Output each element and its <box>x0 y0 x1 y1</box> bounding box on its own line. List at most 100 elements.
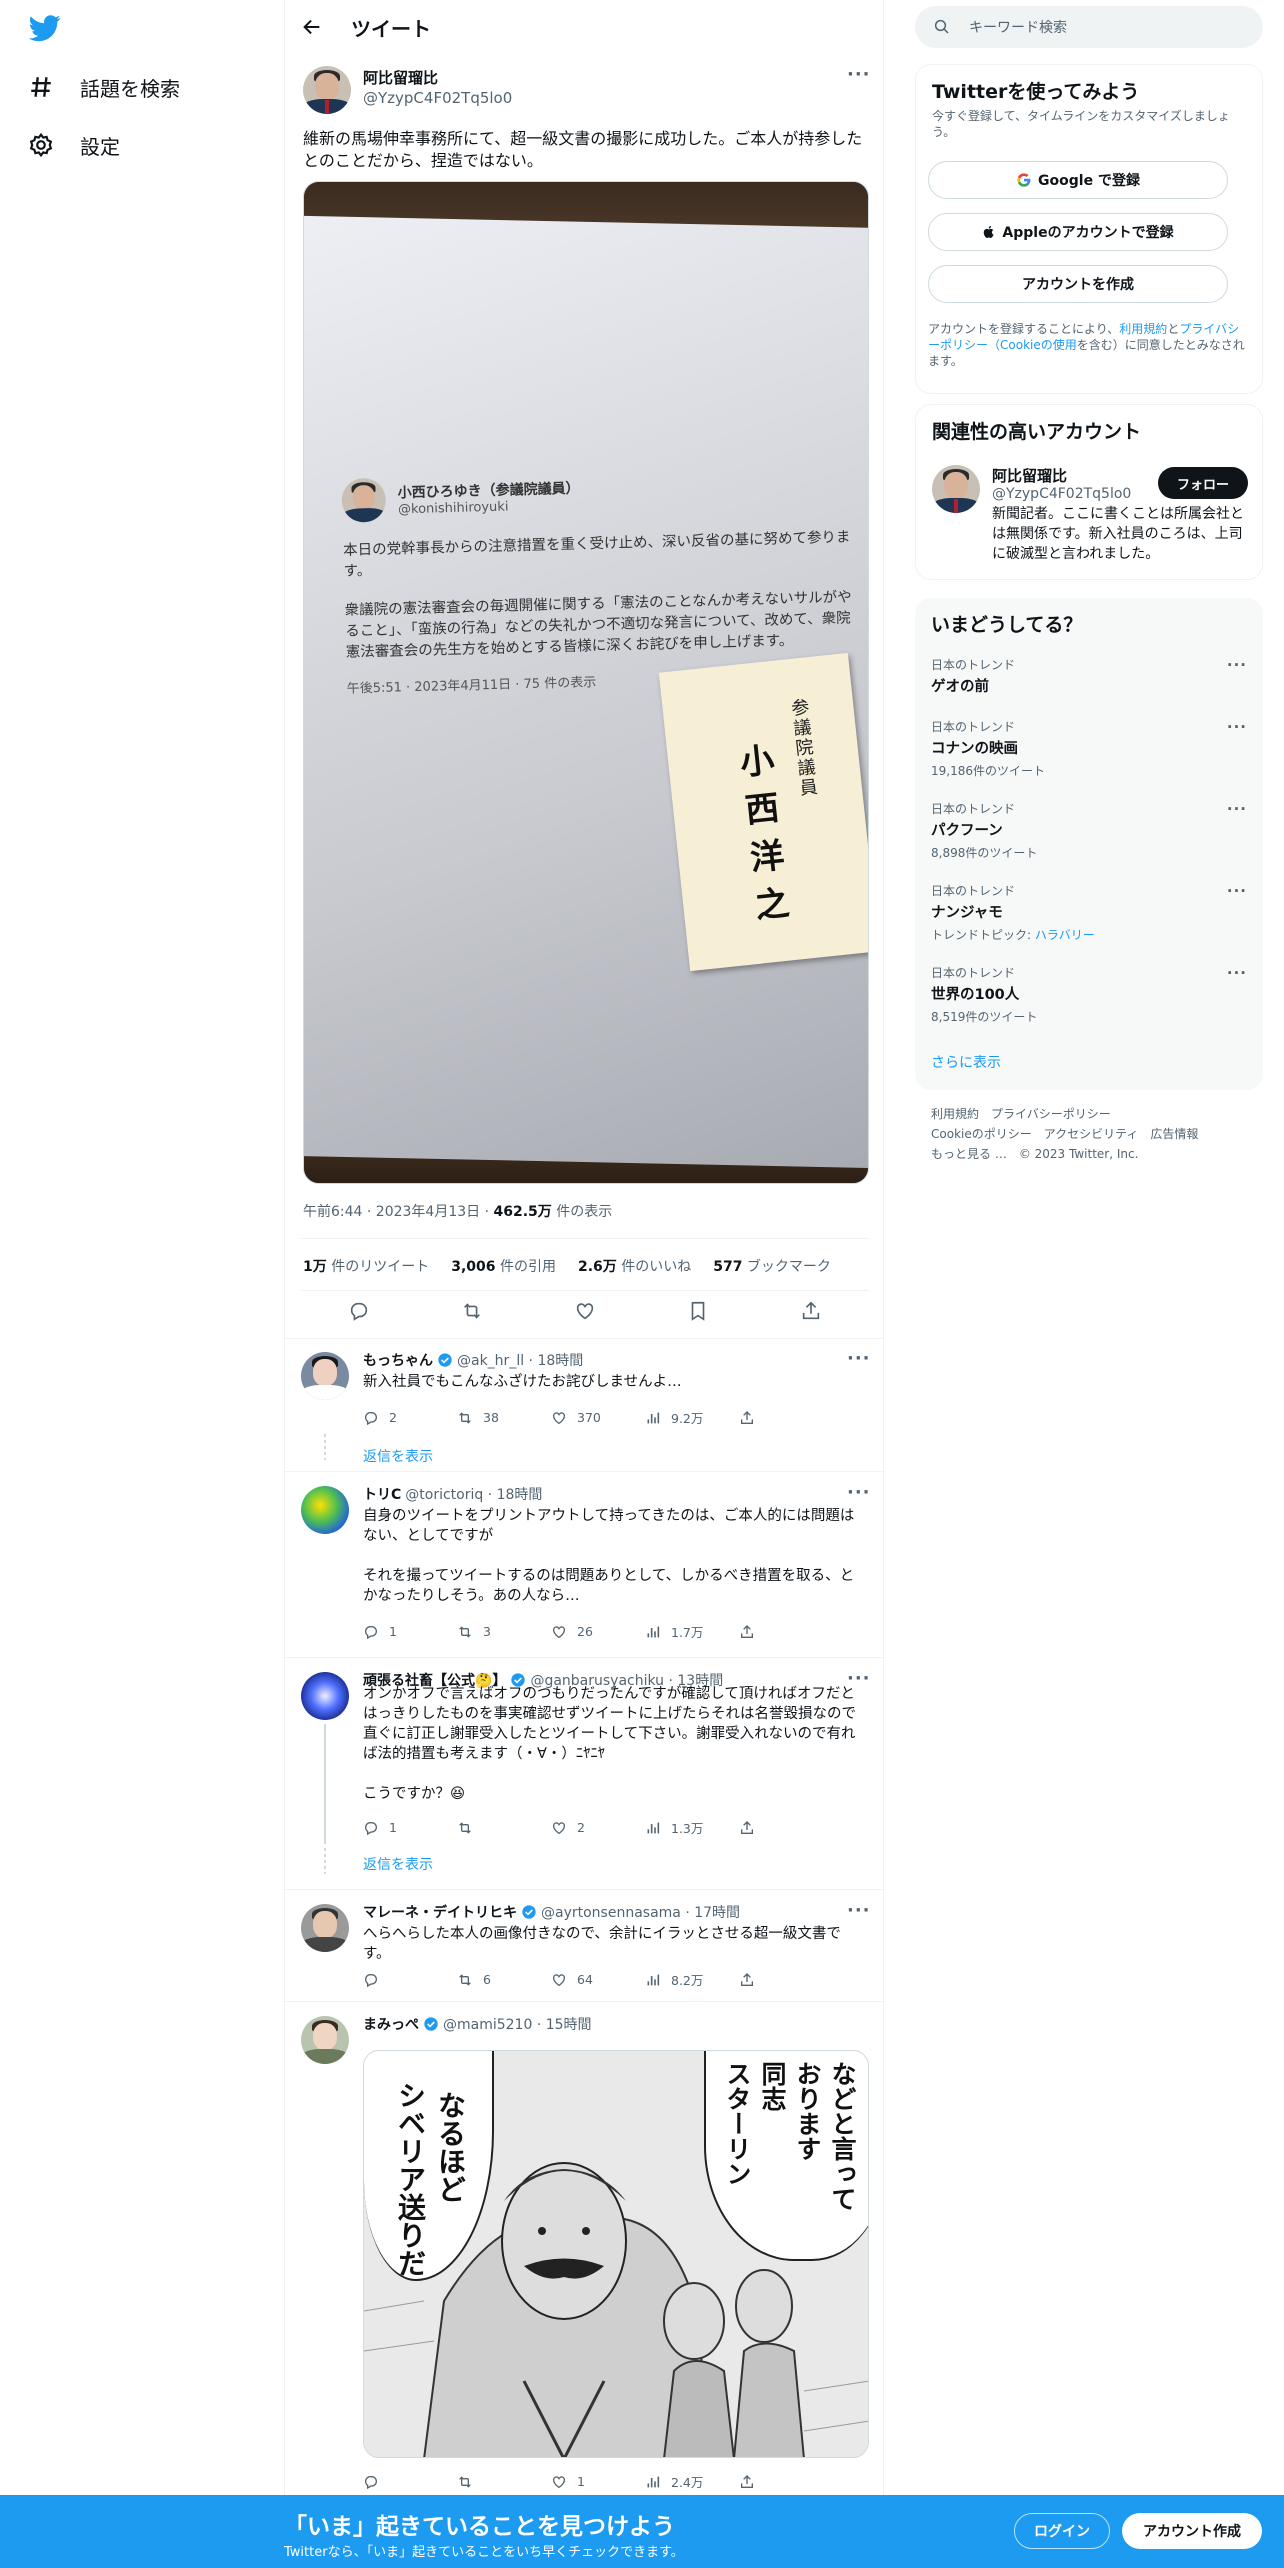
tweet-timestamp: 午前6:44 · 2023年4月13日 · 462.5万 件の表示 <box>303 1201 612 1221</box>
share-icon <box>741 1820 753 1834</box>
back-arrow-icon[interactable] <box>301 16 323 38</box>
retweet-button[interactable]: 3 <box>457 1622 551 1641</box>
more-icon[interactable]: ··· <box>1227 656 1247 674</box>
reply-author-name[interactable]: マレーネ・デイトリヒキ <box>363 1902 517 1922</box>
tweet-time[interactable]: 午前6:44 · 2023年4月13日 · <box>303 1204 494 1220</box>
avatar[interactable] <box>932 465 980 513</box>
reply-item[interactable]: マレーネ・デイトリヒキ @ayrtonsennasama · 17時間 ··· … <box>285 1890 883 2002</box>
footer-link[interactable]: 広告情報 <box>1150 1127 1198 1141</box>
share-button[interactable] <box>739 1970 833 1989</box>
reply-button[interactable]: 2 <box>363 1408 457 1427</box>
tweet-photo[interactable]: 小西ひろゆき（参議院議員） @konishihiroyuki 本日の党幹事長から… <box>303 181 869 1184</box>
reply-author-handle[interactable]: @ayrtonsennasama · 17時間 <box>541 1902 740 1922</box>
login-button[interactable]: ログイン <box>1014 2513 1110 2549</box>
show-replies-link[interactable]: 返信を表示 <box>363 1446 433 1466</box>
reply-button[interactable]: 1 <box>363 1622 457 1641</box>
more-icon[interactable]: ··· <box>1227 718 1247 736</box>
author-name[interactable]: 阿比留瑠比 <box>363 68 512 88</box>
reply-author-handle[interactable]: @mami5210 · 15時間 <box>443 2014 592 2034</box>
search-input[interactable]: キーワード検索 <box>969 17 1067 37</box>
avatar[interactable] <box>301 1904 349 1952</box>
share-button[interactable] <box>739 1818 833 1837</box>
reply-button[interactable]: 1 <box>363 1818 457 1837</box>
author-handle[interactable]: @YzypC4F02Tq5lo0 <box>363 88 512 108</box>
avatar[interactable] <box>303 66 351 114</box>
show-more-link[interactable]: さらに表示 <box>931 1052 1001 1072</box>
avatar[interactable] <box>301 2016 349 2064</box>
like-button[interactable]: 1 <box>551 2472 645 2491</box>
reply-author-handle[interactable]: @torictoriq · 18時間 <box>405 1484 542 1504</box>
terms-link[interactable]: 利用規約 <box>1119 322 1167 336</box>
retweet-button[interactable] <box>457 1818 551 1837</box>
reply-author-handle[interactable]: @ak_hr_ll · 18時間 <box>457 1350 583 1370</box>
footer-link[interactable]: もっと見る … <box>931 1147 1007 1161</box>
trend-item[interactable]: 日本のトレンド 世界の100人 8,519件のツイート ··· <box>931 964 1247 1025</box>
views-button[interactable]: 2.4万 <box>645 2472 739 2491</box>
more-icon[interactable]: ··· <box>1227 800 1247 818</box>
trend-item[interactable]: 日本のトレンド ゲオの前 ··· <box>931 656 1247 696</box>
twitter-logo-icon[interactable] <box>26 12 64 44</box>
share-button[interactable] <box>739 2472 833 2491</box>
more-icon[interactable]: ··· <box>847 1482 871 1503</box>
views-button[interactable]: 1.3万 <box>645 1818 739 1837</box>
create-account-button[interactable]: アカウントを作成 <box>928 265 1228 303</box>
avatar[interactable] <box>301 1672 349 1720</box>
trend-item[interactable]: 日本のトレンド ナンジャモ トレンドトピック: ハラバリー ··· <box>931 882 1247 943</box>
trend-item[interactable]: 日本のトレンド コナンの映画 19,186件のツイート ··· <box>931 718 1247 779</box>
like-button[interactable]: 370 <box>551 1408 645 1427</box>
more-icon[interactable]: ··· <box>847 1900 871 1921</box>
search-box[interactable]: キーワード検索 <box>915 6 1263 48</box>
reply-image[interactable]: などと言って おります 同志 スターリン なるほど シベリア送りだ <box>363 2050 869 2458</box>
like-count[interactable]: 2.6万 件のいいね <box>578 1256 691 1276</box>
follow-button[interactable]: フォロー <box>1158 467 1248 499</box>
footer-link[interactable]: プライバシーポリシー <box>991 1107 1111 1121</box>
views-button[interactable]: 1.7万 <box>645 1622 739 1641</box>
more-icon[interactable]: ··· <box>1227 882 1247 900</box>
footer-link[interactable]: 利用規約 <box>931 1107 979 1121</box>
retweet-button[interactable] <box>457 2472 551 2491</box>
more-icon[interactable]: ··· <box>1227 964 1247 982</box>
share-icon[interactable] <box>800 1300 822 1322</box>
reply-author-name[interactable]: もっちゃん <box>363 1350 433 1370</box>
footer-link[interactable]: アクセシビリティ <box>1044 1127 1139 1141</box>
like-button[interactable]: 26 <box>551 1622 645 1641</box>
avatar[interactable] <box>301 1352 349 1400</box>
reply-icon[interactable] <box>348 1300 370 1322</box>
more-icon[interactable]: ··· <box>847 1348 871 1369</box>
share-button[interactable] <box>739 1408 833 1427</box>
reply-button[interactable] <box>363 1970 457 1989</box>
nav-settings[interactable]: 設定 <box>28 125 120 165</box>
footer-link[interactable]: Cookieのポリシー <box>931 1127 1032 1141</box>
nav-explore[interactable]: 話題を検索 <box>28 67 180 107</box>
reply-author-name[interactable]: まみっぺ <box>363 2014 419 2034</box>
apple-signup-button[interactable]: Appleのアカウントで登録 <box>928 213 1228 251</box>
retweet-button[interactable]: 38 <box>457 1408 551 1427</box>
bookmark-icon[interactable] <box>687 1300 709 1322</box>
avatar[interactable] <box>301 1486 349 1534</box>
manga-text: などと言って <box>828 2061 857 2211</box>
more-icon[interactable]: ··· <box>847 64 871 85</box>
show-replies-link[interactable]: 返信を表示 <box>363 1854 433 1874</box>
signup-button[interactable]: アカウント作成 <box>1122 2513 1262 2549</box>
trend-item[interactable]: 日本のトレンド パクフーン 8,898件のツイート ··· <box>931 800 1247 861</box>
retweet-icon[interactable] <box>461 1300 483 1322</box>
quote-count[interactable]: 3,006 件の引用 <box>451 1256 556 1276</box>
share-button[interactable] <box>739 1622 833 1641</box>
tweet-author[interactable]: 阿比留瑠比 @YzypC4F02Tq5lo0 <box>303 66 512 114</box>
like-icon[interactable] <box>574 1300 596 1322</box>
reply-item[interactable]: もっちゃん @ak_hr_ll · 18時間 ··· 新入社員でもこんなふざけた… <box>285 1338 883 1472</box>
trend-topic-link[interactable]: ハラバリー <box>1035 928 1095 942</box>
like-button[interactable]: 2 <box>551 1818 645 1837</box>
reply-button[interactable] <box>363 2472 457 2491</box>
views-button[interactable]: 8.2万 <box>645 1970 739 1989</box>
like-button[interactable]: 64 <box>551 1970 645 1989</box>
reply-item[interactable]: トリC @torictoriq · 18時間 ··· 自身のツイートをプリントア… <box>285 1472 883 1658</box>
retweet-count[interactable]: 1万 件のリツイート <box>303 1256 429 1276</box>
views-button[interactable]: 9.2万 <box>645 1408 739 1427</box>
reply-author-name[interactable]: トリC <box>363 1484 401 1504</box>
trends-title: いまどうしてる？ <box>931 614 1083 636</box>
google-signup-button[interactable]: Google で登録 <box>928 161 1228 199</box>
retweet-button[interactable]: 6 <box>457 1970 551 1989</box>
reply-item[interactable]: 頑張る社畜【公式🤔】 @ganbarusyachiku · 13時間 ··· オ… <box>285 1658 883 1890</box>
signup-title: Twitterを使ってみよう <box>932 81 1140 103</box>
